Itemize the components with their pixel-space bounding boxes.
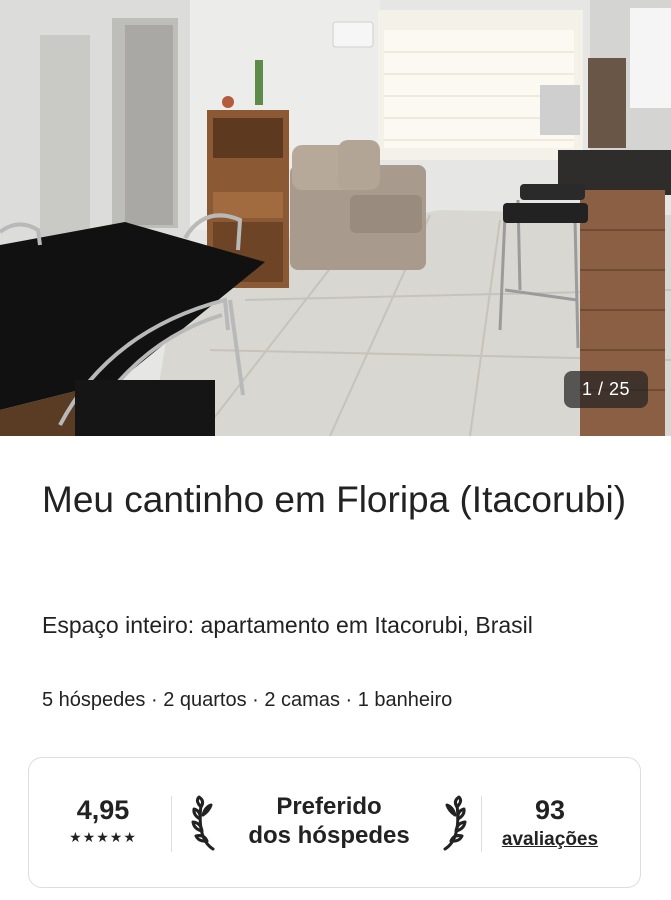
reviews-link[interactable]: avaliações bbox=[495, 828, 605, 852]
star-rating-icons: ★★★★★ bbox=[69, 829, 137, 845]
listing-subtitle: Espaço inteiro: apartamento em Itacorubi… bbox=[42, 612, 533, 638]
reviews-block[interactable]: 93 avaliações bbox=[495, 794, 605, 852]
listing-details: 5 hóspedes · 2 quartos · 2 camas · 1 ban… bbox=[42, 689, 453, 711]
guest-favorite-badge: Preferido dos hóspedes bbox=[189, 790, 469, 860]
divider bbox=[481, 796, 482, 852]
badge-line-2: dos hóspedes bbox=[248, 822, 410, 849]
rating-value: 4,95 bbox=[76, 795, 130, 825]
rating-block: 4,95 ★★★★★ bbox=[59, 794, 147, 845]
photo-counter: 1 / 25 bbox=[564, 371, 648, 408]
rating-card[interactable]: 4,95 ★★★★★ Preferido dos hóspedes 93 ava… bbox=[28, 757, 641, 888]
listing-photo[interactable]: 1 / 25 bbox=[0, 0, 671, 436]
divider bbox=[171, 796, 172, 852]
laurel-right-icon bbox=[443, 795, 467, 851]
badge-line-1: Preferido bbox=[276, 793, 382, 820]
reviews-count: 93 bbox=[534, 795, 566, 825]
laurel-left-icon bbox=[191, 795, 215, 851]
listing-title: Meu cantinho em Floripa (Itacorubi) bbox=[42, 479, 627, 520]
guest-favorite-text: Preferido dos hóspedes bbox=[225, 792, 433, 850]
